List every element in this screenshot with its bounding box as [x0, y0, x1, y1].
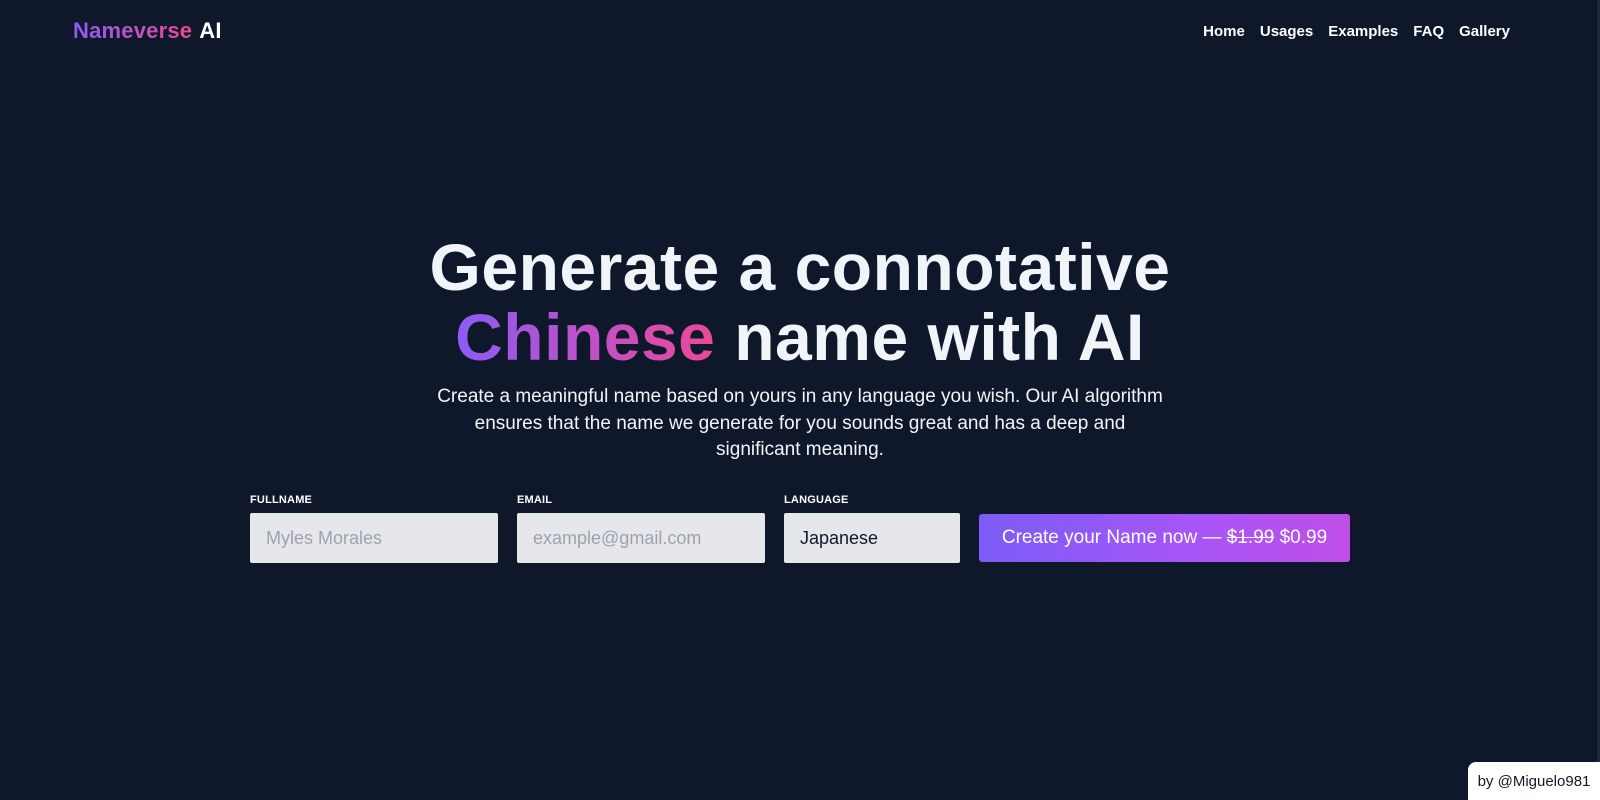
author-credit-badge[interactable]: by @Miguelo981	[1468, 762, 1600, 800]
main-nav: Home Usages Examples FAQ Gallery	[1203, 23, 1510, 40]
fullname-field: FULLNAME	[250, 494, 498, 563]
cta-new-price: $0.99	[1279, 527, 1328, 548]
cta-label: Create your Name now —	[1001, 527, 1222, 548]
headline-highlight: Chinese	[455, 300, 716, 374]
fullname-label: FULLNAME	[250, 494, 313, 506]
logo[interactable]: Nameverse AI	[73, 18, 222, 44]
logo-text-ai: AI	[199, 18, 222, 43]
hero-headline: Generate a connotative Chinese name with…	[0, 232, 1600, 372]
language-input[interactable]	[784, 513, 960, 563]
email-field: EMAIL	[517, 494, 765, 563]
name-generator-form: FULLNAME EMAIL LANGUAGE Create your Name…	[250, 494, 1350, 563]
header: Nameverse AI Home Usages Examples FAQ Ga…	[73, 18, 1510, 44]
nav-link-gallery[interactable]: Gallery	[1459, 23, 1510, 40]
cta-old-price: $1.99	[1226, 527, 1275, 548]
nav-link-usages[interactable]: Usages	[1260, 23, 1313, 40]
hero-subtitle: Create a meaningful name based on yours …	[437, 386, 1163, 460]
headline-line1: Generate a connotative	[429, 230, 1171, 304]
language-field: LANGUAGE	[784, 494, 960, 563]
page: Nameverse AI Home Usages Examples FAQ Ga…	[0, 0, 1600, 800]
create-name-button[interactable]: Create your Name now — $1.99 $0.99	[979, 514, 1350, 562]
fullname-input[interactable]	[250, 513, 498, 563]
nav-link-examples[interactable]: Examples	[1328, 23, 1398, 40]
email-input[interactable]	[517, 513, 765, 563]
language-label: LANGUAGE	[784, 494, 849, 506]
headline-line2: name with AI	[734, 300, 1145, 374]
email-label: EMAIL	[517, 494, 553, 506]
nav-link-home[interactable]: Home	[1203, 23, 1245, 40]
logo-text-gradient: Nameverse	[73, 18, 193, 43]
hero: Generate a connotative Chinese name with…	[0, 232, 1600, 464]
nav-link-faq[interactable]: FAQ	[1413, 23, 1444, 40]
